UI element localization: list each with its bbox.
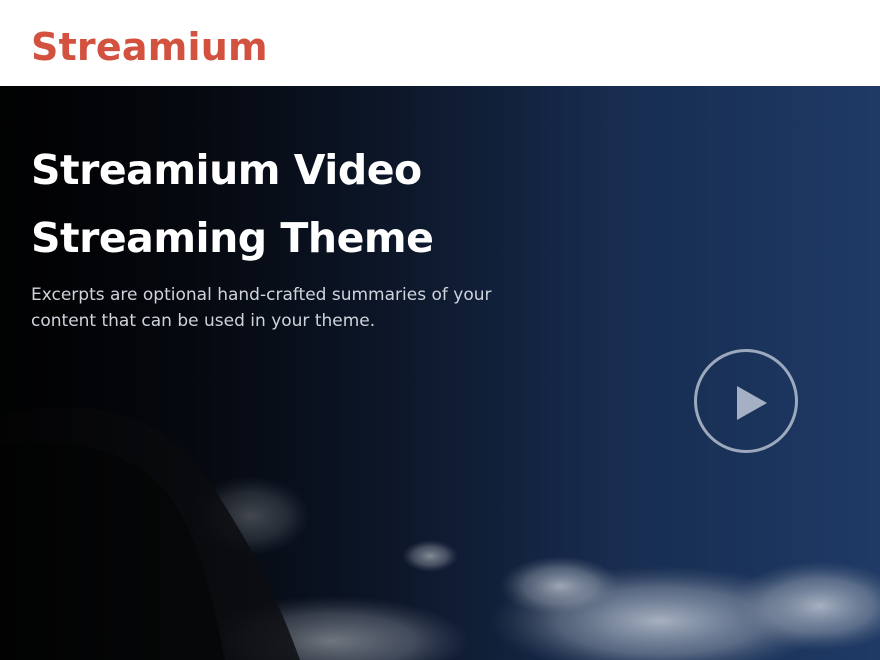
site-logo[interactable]: Streamium: [31, 22, 268, 72]
play-button[interactable]: [694, 349, 798, 453]
site-header: Streamium: [0, 0, 880, 86]
hero-excerpt: Excerpts are optional hand-crafted summa…: [31, 285, 492, 331]
hero-banner: Streamium Video Streaming Theme Excerpts…: [0, 86, 880, 660]
play-icon: [737, 386, 767, 420]
hero-title: Streamium Video Streaming Theme: [31, 146, 434, 262]
